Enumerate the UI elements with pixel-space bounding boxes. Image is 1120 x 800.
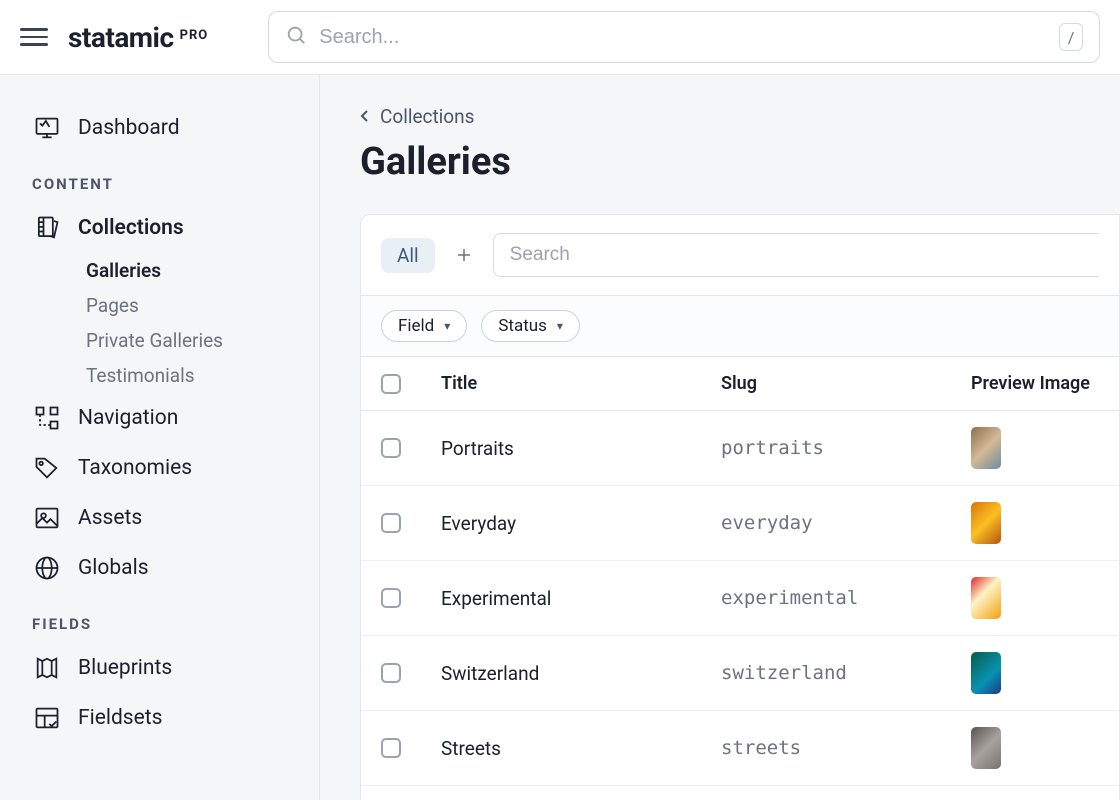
entry-title-link[interactable]: Top-Down bbox=[421, 786, 701, 800]
preview-thumbnail[interactable] bbox=[971, 577, 1001, 619]
assets-icon bbox=[32, 503, 62, 533]
table-row: Everyday everyday bbox=[361, 486, 1119, 561]
chevron-down-icon: ▾ bbox=[557, 319, 563, 333]
table-row: Streets streets bbox=[361, 711, 1119, 786]
taxonomies-icon bbox=[32, 453, 62, 483]
preview-thumbnail[interactable] bbox=[971, 502, 1001, 544]
entry-slug: top-down bbox=[701, 786, 951, 800]
sidebar-subitem-galleries[interactable]: Galleries bbox=[0, 253, 319, 288]
sidebar-item-blueprints[interactable]: Blueprints bbox=[0, 643, 319, 693]
table-row: Portraits portraits bbox=[361, 411, 1119, 486]
entry-slug: experimental bbox=[701, 561, 951, 636]
sidebar-item-globals[interactable]: Globals bbox=[0, 543, 319, 593]
entry-title-link[interactable]: Everyday bbox=[421, 486, 701, 561]
preview-thumbnail[interactable] bbox=[971, 652, 1001, 694]
entry-title-link[interactable]: Streets bbox=[421, 711, 701, 786]
globals-icon bbox=[32, 553, 62, 583]
breadcrumb[interactable]: Collections bbox=[360, 105, 1120, 128]
filter-row: Field ▾ Status ▾ bbox=[361, 296, 1119, 357]
entry-slug: streets bbox=[701, 711, 951, 786]
select-all-checkbox[interactable] bbox=[381, 374, 401, 394]
sidebar-subitem-testimonials[interactable]: Testimonials bbox=[0, 358, 319, 393]
entry-slug: portraits bbox=[701, 411, 951, 486]
table-search-input[interactable] bbox=[510, 234, 1083, 276]
sidebar-section-fields: FIELDS bbox=[0, 593, 319, 643]
sidebar-item-label: Taxonomies bbox=[78, 456, 192, 480]
row-checkbox[interactable] bbox=[381, 738, 401, 758]
blueprints-icon bbox=[32, 653, 62, 683]
search-icon bbox=[285, 24, 307, 50]
sidebar-subitem-pages[interactable]: Pages bbox=[0, 288, 319, 323]
chevron-down-icon: ▾ bbox=[444, 319, 450, 333]
preview-thumbnail[interactable] bbox=[971, 727, 1001, 769]
chevron-left-icon bbox=[360, 105, 370, 128]
main-content: Collections Galleries All Field ▾ Status bbox=[320, 75, 1120, 800]
sidebar-item-taxonomies[interactable]: Taxonomies bbox=[0, 443, 319, 493]
entries-table: Title Slug Preview Image Portraits portr… bbox=[361, 357, 1119, 800]
sidebar-item-label: Fieldsets bbox=[78, 706, 162, 730]
sidebar-section-content: CONTENT bbox=[0, 153, 319, 203]
table-row: Experimental experimental bbox=[361, 561, 1119, 636]
global-search[interactable]: / bbox=[268, 11, 1100, 63]
sidebar: Dashboard CONTENT Collections Galleries … bbox=[0, 75, 320, 800]
entry-slug: switzerland bbox=[701, 636, 951, 711]
entry-title-link[interactable]: Portraits bbox=[421, 411, 701, 486]
app-name: statamic bbox=[68, 21, 174, 54]
row-checkbox[interactable] bbox=[381, 588, 401, 608]
column-header-slug[interactable]: Slug bbox=[701, 357, 951, 411]
column-header-preview[interactable]: Preview Image bbox=[951, 357, 1119, 411]
search-shortcut-hint: / bbox=[1059, 23, 1083, 51]
sidebar-item-label: Dashboard bbox=[78, 116, 180, 140]
table-row: Switzerland switzerland bbox=[361, 636, 1119, 711]
sidebar-item-label: Globals bbox=[78, 556, 149, 580]
entry-title-link[interactable]: Switzerland bbox=[421, 636, 701, 711]
fieldsets-icon bbox=[32, 703, 62, 733]
entries-card: All Field ▾ Status ▾ bbox=[360, 214, 1120, 800]
card-toolbar: All bbox=[361, 215, 1119, 296]
row-checkbox[interactable] bbox=[381, 663, 401, 683]
sidebar-item-label: Blueprints bbox=[78, 656, 172, 680]
row-checkbox[interactable] bbox=[381, 438, 401, 458]
sidebar-item-assets[interactable]: Assets bbox=[0, 493, 319, 543]
field-filter-dropdown[interactable]: Field ▾ bbox=[381, 310, 467, 342]
top-bar: statamic PRO / bbox=[0, 0, 1120, 75]
sidebar-item-fieldsets[interactable]: Fieldsets bbox=[0, 693, 319, 743]
sidebar-item-label: Navigation bbox=[78, 406, 178, 430]
table-search[interactable] bbox=[493, 233, 1099, 277]
dashboard-icon bbox=[32, 113, 62, 143]
add-filter-button[interactable] bbox=[449, 240, 479, 270]
sidebar-item-dashboard[interactable]: Dashboard bbox=[0, 103, 319, 153]
navigation-icon bbox=[32, 403, 62, 433]
edition-badge: PRO bbox=[180, 28, 209, 43]
table-row: Top-Down top-down bbox=[361, 786, 1119, 800]
sidebar-item-navigation[interactable]: Navigation bbox=[0, 393, 319, 443]
sidebar-subitem-private-galleries[interactable]: Private Galleries bbox=[0, 323, 319, 358]
sidebar-item-label: Assets bbox=[78, 506, 142, 530]
entry-slug: everyday bbox=[701, 486, 951, 561]
status-filter-dropdown[interactable]: Status ▾ bbox=[481, 310, 580, 342]
sidebar-item-collections[interactable]: Collections bbox=[0, 203, 319, 253]
menu-toggle-button[interactable] bbox=[20, 23, 48, 51]
page-title: Galleries bbox=[360, 140, 1120, 184]
filter-all-chip[interactable]: All bbox=[381, 238, 435, 273]
column-header-title[interactable]: Title bbox=[421, 357, 701, 411]
global-search-input[interactable] bbox=[319, 26, 1047, 49]
breadcrumb-parent: Collections bbox=[380, 105, 474, 128]
row-checkbox[interactable] bbox=[381, 513, 401, 533]
app-logo[interactable]: statamic PRO bbox=[68, 21, 208, 54]
entry-title-link[interactable]: Experimental bbox=[421, 561, 701, 636]
preview-thumbnail[interactable] bbox=[971, 427, 1001, 469]
sidebar-item-label: Collections bbox=[78, 216, 184, 240]
collections-icon bbox=[32, 213, 62, 243]
